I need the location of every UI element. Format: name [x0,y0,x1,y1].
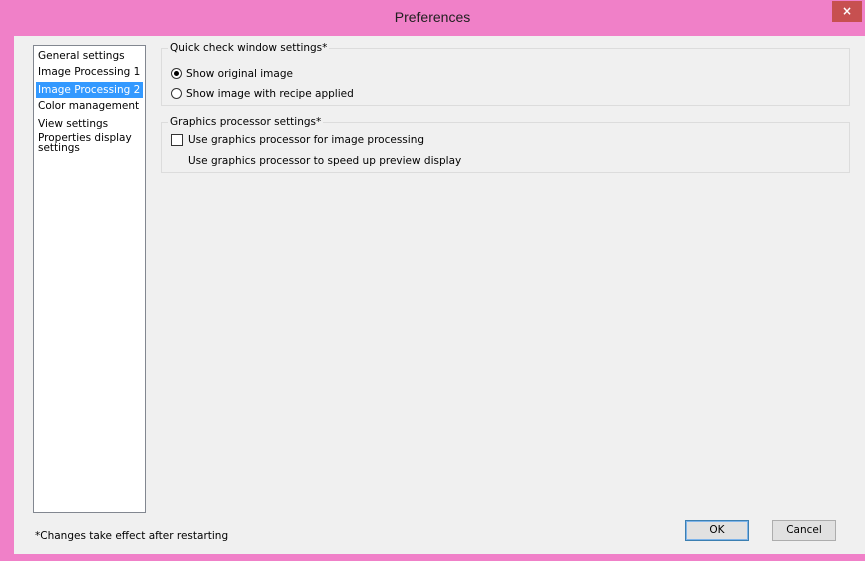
ok-button[interactable]: OK [685,520,749,541]
radio-selected-dot [174,71,179,76]
radio-show-original-image-label[interactable]: Show original image [186,68,293,80]
window-title: Preferences [394,9,471,25]
radio-show-image-with-recipe-label[interactable]: Show image with recipe applied [186,88,354,100]
quick-check-group: Quick check window settings* Show origin… [161,42,850,106]
radio-show-image-with-recipe[interactable] [171,88,182,99]
graphics-processor-group-title: Graphics processor settings* [168,116,324,128]
settings-category-list[interactable]: General settings Image Processing 1 Imag… [33,45,146,513]
sidebar-item-properties-display-settings[interactable]: Properties display settings [36,133,133,154]
sidebar-item-color-management[interactable]: Color management [36,98,143,114]
close-button[interactable]: × [832,1,862,22]
sidebar-item-image-processing-1[interactable]: Image Processing 1 [36,64,143,80]
gpu-description: Use graphics processor to speed up previ… [188,155,462,167]
cancel-button[interactable]: Cancel [772,520,836,541]
use-gpu-checkbox[interactable] [171,134,183,146]
radio-show-original-image[interactable] [171,68,182,79]
sidebar-item-general-settings[interactable]: General settings [36,48,143,64]
dialog-body: General settings Image Processing 1 Imag… [14,36,865,554]
close-icon: × [841,4,853,18]
restart-note: *Changes take effect after restarting [35,530,229,542]
title-bar[interactable]: Preferences × [0,0,865,36]
sidebar-item-view-settings[interactable]: View settings [36,116,143,132]
preferences-window: Preferences × General settings Image Pro… [0,0,865,561]
quick-check-group-title: Quick check window settings* [168,42,330,54]
graphics-processor-group: Graphics processor settings* Use graphic… [161,116,850,173]
sidebar-item-image-processing-2[interactable]: Image Processing 2 [36,82,143,98]
use-gpu-checkbox-label[interactable]: Use graphics processor for image process… [188,134,424,146]
